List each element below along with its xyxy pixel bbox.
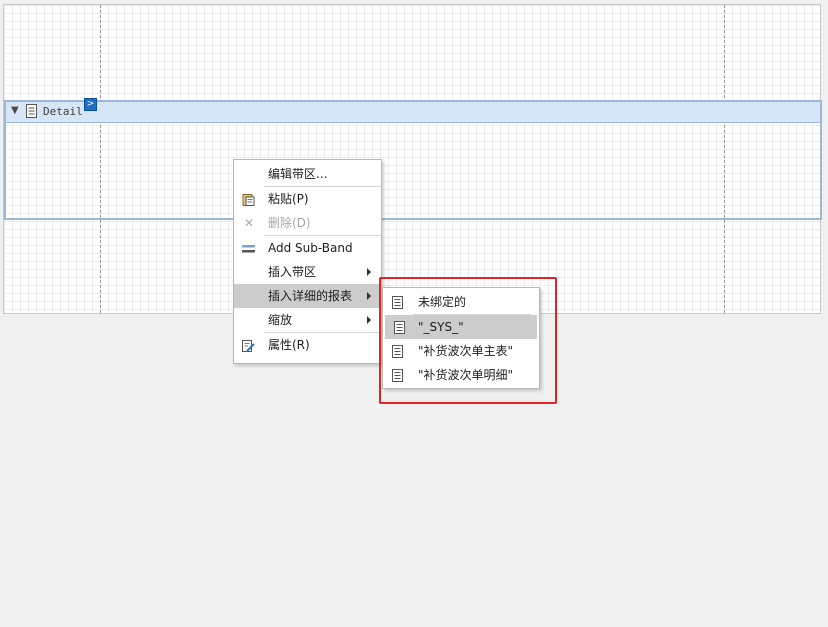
menu-item-label: 粘贴(P): [268, 192, 309, 206]
band-icon: [26, 104, 37, 118]
paste-icon: [242, 194, 255, 206]
context-menu: 编辑带区... 粘贴(P) ✕ 删除(D) Add Sub-Band 插入带区 …: [233, 159, 382, 364]
delete-icon: ✕: [244, 216, 255, 230]
menu-item-zoom[interactable]: 缩放: [234, 308, 381, 332]
menu-item-label: 缩放: [268, 313, 293, 327]
annotation-highlight-box: [379, 277, 557, 404]
menu-item-insert-detail-report[interactable]: 插入详细的报表: [234, 284, 381, 308]
menu-item-paste[interactable]: 粘贴(P): [234, 187, 381, 211]
band-label: Detail: [43, 105, 83, 118]
collapse-arrow-icon[interactable]: ▼: [11, 105, 19, 116]
detail-band[interactable]: ▼ Detail >: [4, 98, 822, 220]
detail-band-header[interactable]: ▼ Detail >: [6, 98, 820, 123]
menu-item-label: 插入详细的报表: [268, 289, 353, 303]
submenu-arrow-icon: [367, 292, 371, 300]
menu-item-label: Add Sub-Band: [268, 241, 353, 255]
submenu-arrow-icon: [367, 268, 371, 276]
menu-item-properties[interactable]: 属性(R): [234, 333, 381, 357]
menu-item-label: 属性(R): [268, 338, 310, 352]
menu-item-delete[interactable]: ✕ 删除(D): [234, 211, 381, 235]
menu-item-label: 插入带区: [268, 265, 317, 279]
menu-item-label: 删除(D): [268, 216, 311, 230]
properties-icon: [242, 340, 255, 352]
smart-tag-button[interactable]: >: [84, 98, 97, 111]
menu-item-label: 编辑带区...: [268, 167, 328, 181]
menu-item-edit-bands[interactable]: 编辑带区...: [234, 162, 381, 186]
submenu-arrow-icon: [367, 316, 371, 324]
sub-band-icon: [242, 245, 255, 253]
menu-item-insert-band[interactable]: 插入带区: [234, 260, 381, 284]
report-design-surface[interactable]: ▼ Detail >: [3, 4, 822, 314]
menu-item-add-sub-band[interactable]: Add Sub-Band: [234, 236, 381, 260]
